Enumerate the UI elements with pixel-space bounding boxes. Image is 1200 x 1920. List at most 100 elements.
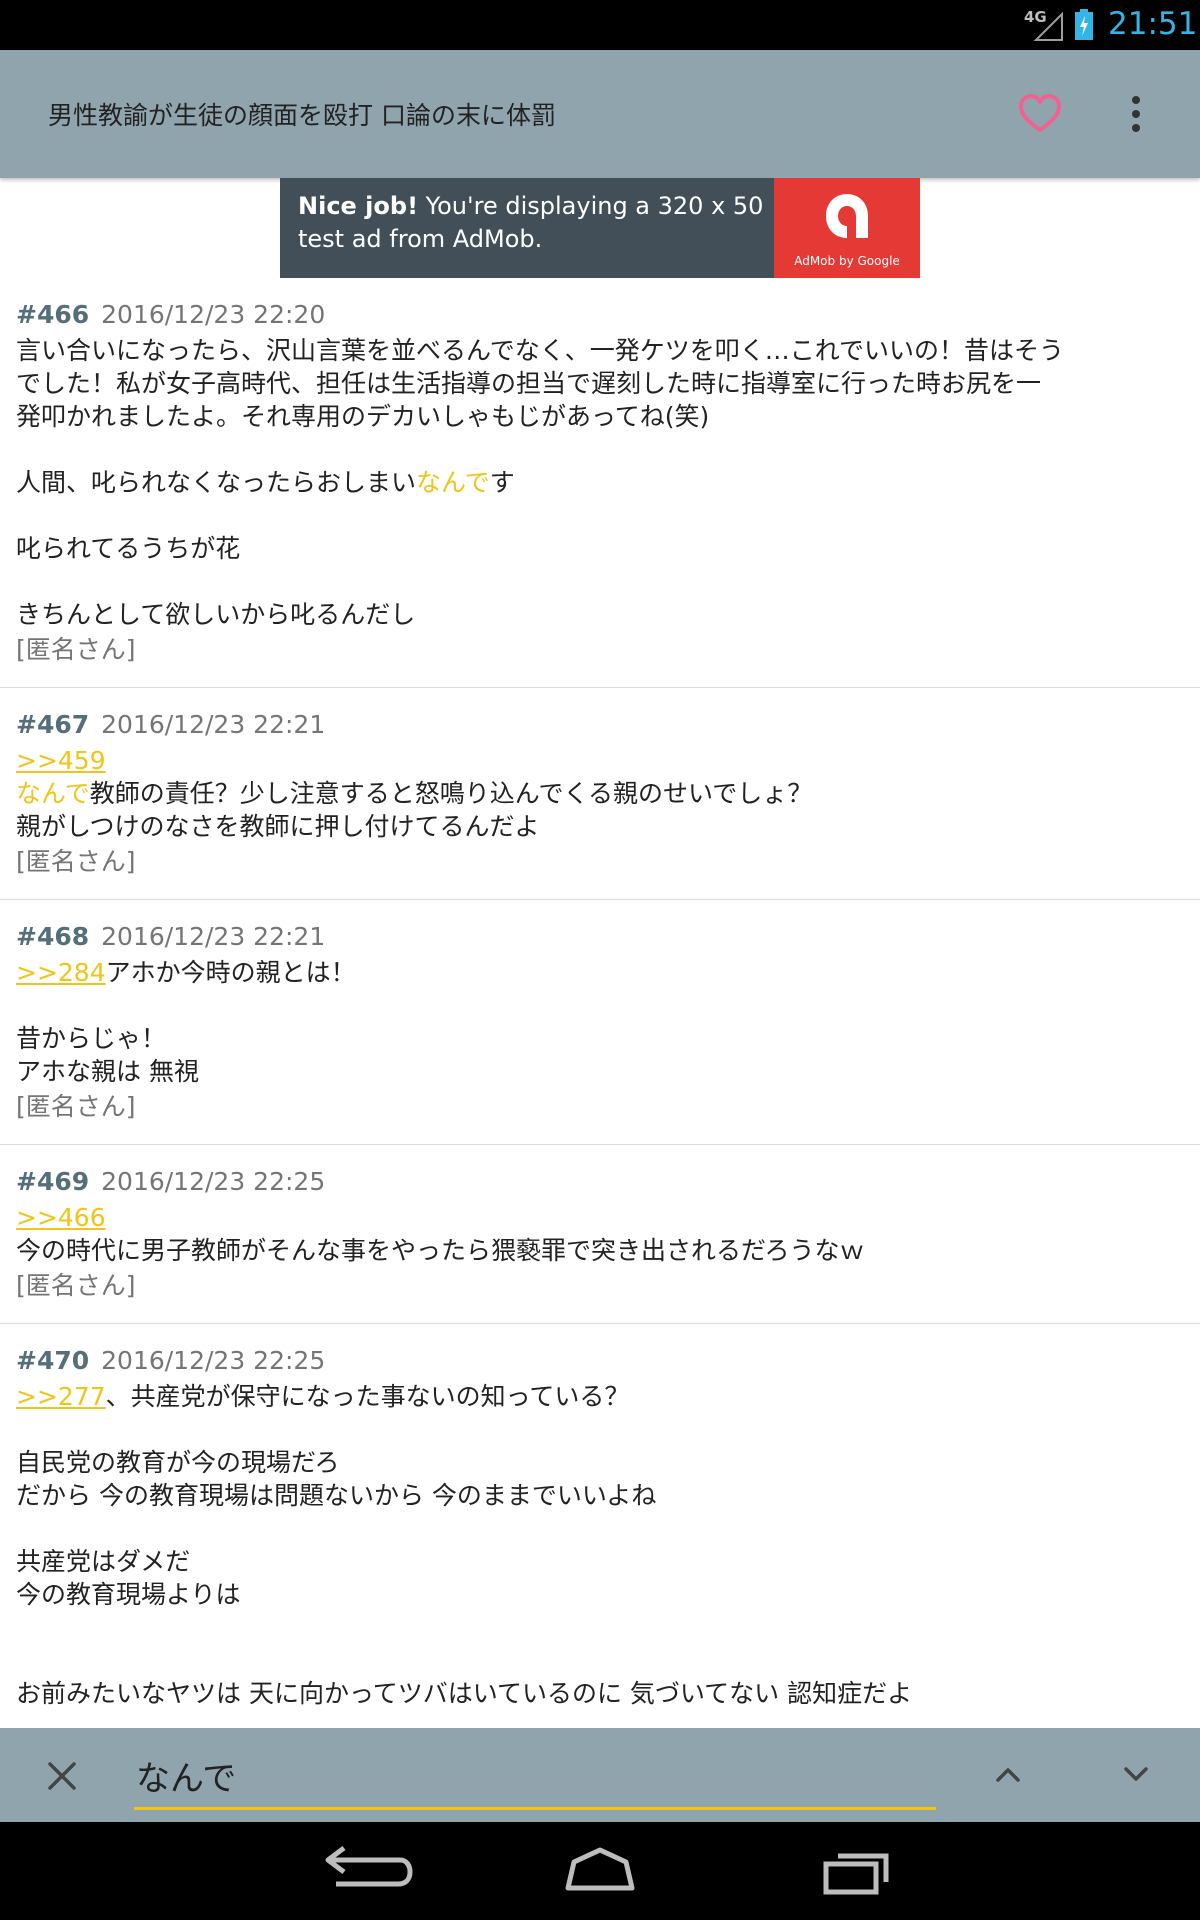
post-text: 言い合いになったら、沢山言葉を並べるんでなく、一発ケツを叩く…これでいいの！昔は… — [16, 336, 1065, 365]
post-line: >>277、共産党が保守になった事ないの知っている？ — [16, 1380, 1184, 1413]
post-line — [16, 433, 1184, 466]
post-line: でした！私が女子高時代、担任は生活指導の担当で遅刻した時に指導室に行った時お尻を… — [16, 367, 1184, 400]
navigation-bar — [0, 1822, 1200, 1920]
post-line: 自民党の教育が今の現場だろ — [16, 1446, 1184, 1479]
close-icon[interactable] — [44, 1758, 80, 1794]
post-line: お前みたいなヤツは 天に向かってツバはいているのに 気づいてない 認知症だよ — [16, 1677, 1184, 1710]
post-item[interactable]: #466 2016/12/23 22:20 言い合いになったら、沢山言葉を並べるんで… — [0, 278, 1200, 688]
post-text: 、共産党が保守になった事ないの知っている？ — [105, 1382, 630, 1411]
post-text: 教師の責任？少し注意すると怒鳴り込んでくる親のせいでしょ？ — [89, 779, 813, 808]
ad-headline: Nice job! — [298, 192, 419, 220]
post-line — [16, 1644, 1184, 1677]
post-number[interactable]: #468 — [16, 922, 89, 951]
back-icon[interactable] — [310, 1844, 414, 1898]
post-line — [16, 1611, 1184, 1644]
post-text: お前みたいなヤツは 天に向かってツバはいているのに 気づいてない 認知症だよ — [16, 1679, 913, 1708]
reply-anchor-link[interactable]: >>277 — [16, 1382, 106, 1411]
post-number[interactable]: #466 — [16, 300, 89, 329]
search-field — [134, 1738, 936, 1810]
recent-apps-icon[interactable] — [822, 1844, 892, 1898]
heart-icon[interactable] — [1016, 90, 1064, 138]
clock: 21:51 — [1108, 6, 1198, 42]
admob-logo: AdMob by Google — [774, 178, 920, 278]
post-author: [匿名さん] — [16, 1092, 136, 1121]
post-line: だから 今の教育現場は問題ないから 今のままでいいよね — [16, 1479, 1184, 1512]
post-text: 親がしつけのなさを教師に押し付けてるんだよ — [16, 812, 540, 841]
search-match-highlight: なんで — [16, 779, 90, 808]
status-bar: 4G 21:51 — [0, 0, 1200, 50]
post-text: 今の時代に男子教師がそんな事をやったら猥褻罪で突き出されるだろうなｗ — [16, 1236, 865, 1265]
post-line: 今の教育現場よりは — [16, 1578, 1184, 1611]
post-date: 2016/12/23 22:25 — [101, 1346, 326, 1375]
post-number[interactable]: #469 — [16, 1167, 89, 1196]
reply-anchor-link[interactable]: >>466 — [16, 1203, 106, 1232]
post-line — [16, 1512, 1184, 1545]
home-icon[interactable] — [562, 1844, 638, 1898]
post-header: #470 2016/12/23 22:25 — [16, 1342, 1184, 1380]
post-line: 今の時代に男子教師がそんな事をやったら猥褻罪で突き出されるだろうなｗ — [16, 1234, 1184, 1267]
chevron-down-icon[interactable] — [1118, 1756, 1154, 1792]
post-line: 発叩かれましたよ。それ専用のデカいしゃもじがあってね(笑) — [16, 400, 1184, 433]
post-date: 2016/12/23 22:21 — [101, 922, 326, 951]
post-date: 2016/12/23 22:20 — [101, 300, 326, 329]
post-line — [16, 499, 1184, 532]
reply-anchor-link[interactable]: >>284 — [16, 958, 106, 987]
post-line — [16, 565, 1184, 598]
page-title: 男性教諭が生徒の顔面を殴打 口論の末に体罰 — [48, 101, 556, 130]
post-item[interactable]: #468 2016/12/23 22:21 >>284アホか今時の親とは！ 昔からじゃ… — [0, 900, 1200, 1145]
post-number[interactable]: #470 — [16, 1346, 89, 1375]
post-line: >>284アホか今時の親とは！ — [16, 956, 1184, 989]
post-text: 昔からじゃ！ — [16, 1024, 167, 1053]
post-text: す — [489, 468, 515, 497]
post-text: 共産党はダメだ — [16, 1547, 191, 1576]
post-body: >>466 今の時代に男子教師がそんな事をやったら猥褻罪で突き出されるだろうなｗ — [16, 1201, 1184, 1267]
post-text: 人間、叱られなくなったらおしまい — [16, 468, 417, 497]
post-text: でした！私が女子高時代、担任は生活指導の担当で遅刻した時に指導室に行った時お尻を… — [16, 369, 1042, 398]
post-line: 人間、叱られなくなったらおしまいなんです — [16, 466, 1184, 499]
post-header: #468 2016/12/23 22:21 — [16, 918, 1184, 956]
post-text: アホな親は 無視 — [16, 1057, 199, 1086]
post-item[interactable]: #467 2016/12/23 22:21 >>459 なんで教師の責任？少し注意する… — [0, 688, 1200, 900]
post-text: 叱られてるうちが花 — [16, 534, 241, 563]
post-line: 昔からじゃ！ — [16, 1022, 1184, 1055]
post-line: >>466 — [16, 1201, 1184, 1234]
post-line: 叱られてるうちが花 — [16, 532, 1184, 565]
post-line: 共産党はダメだ — [16, 1545, 1184, 1578]
post-body: >>277、共産党が保守になった事ないの知っている？ 自民党の教育が今の現場だろだ… — [16, 1380, 1184, 1710]
post-line: 言い合いになったら、沢山言葉を並べるんでなく、一発ケツを叩く…これでいいの！昔は… — [16, 334, 1184, 367]
more-vert-icon[interactable] — [1120, 90, 1152, 138]
post-text: 発叩かれましたよ。それ専用のデカいしゃもじがあってね(笑) — [16, 402, 710, 431]
post-line — [16, 1413, 1184, 1446]
post-line: なんで教師の責任？少し注意すると怒鳴り込んでくる親のせいでしょ？ — [16, 777, 1184, 810]
post-text: 自民党の教育が今の現場だろ — [16, 1448, 340, 1477]
post-item[interactable]: #470 2016/12/23 22:25 >>277、共産党が保守になった事ないの… — [0, 1324, 1200, 1728]
post-number[interactable]: #467 — [16, 710, 89, 739]
post-item[interactable]: #469 2016/12/23 22:25 >>466 今の時代に男子教師がそんな事を… — [0, 1145, 1200, 1324]
post-line: アホな親は 無視 — [16, 1055, 1184, 1088]
post-date: 2016/12/23 22:25 — [101, 1167, 326, 1196]
post-text: 今の教育現場よりは — [16, 1580, 241, 1609]
post-line — [16, 989, 1184, 1022]
post-body: >>284アホか今時の親とは！ 昔からじゃ！ アホな親は 無視 — [16, 956, 1184, 1088]
post-date: 2016/12/23 22:21 — [101, 710, 326, 739]
post-body: 言い合いになったら、沢山言葉を並べるんでなく、一発ケツを叩く…これでいいの！昔は… — [16, 334, 1184, 631]
battery-charging-icon — [1075, 9, 1093, 40]
post-header: #467 2016/12/23 22:21 — [16, 706, 1184, 744]
post-line: 親がしつけのなさを教師に押し付けてるんだよ — [16, 810, 1184, 843]
post-list[interactable]: #466 2016/12/23 22:20 言い合いになったら、沢山言葉を並べるんで… — [0, 278, 1200, 1728]
post-author: [匿名さん] — [16, 1271, 136, 1300]
ad-brand: AdMob by Google — [794, 254, 900, 268]
app-bar: 男性教諭が生徒の顔面を殴打 口論の末に体罰 — [0, 50, 1200, 178]
post-author: [匿名さん] — [16, 847, 136, 876]
post-line: きちんとして欲しいから叱るんだし — [16, 598, 1184, 631]
post-author: [匿名さん] — [16, 635, 136, 664]
post-text: だから 今の教育現場は問題ないから 今のままでいいよね — [16, 1481, 657, 1510]
post-line: >>459 — [16, 744, 1184, 777]
post-header: #469 2016/12/23 22:25 — [16, 1163, 1184, 1201]
find-bar — [0, 1728, 1200, 1822]
chevron-up-icon[interactable] — [990, 1756, 1026, 1792]
admob-icon — [826, 194, 868, 238]
ad-banner[interactable]: Nice job! You're displaying a 320 x 50 t… — [280, 178, 920, 278]
reply-anchor-link[interactable]: >>459 — [16, 746, 106, 775]
search-input[interactable] — [136, 1748, 926, 1802]
